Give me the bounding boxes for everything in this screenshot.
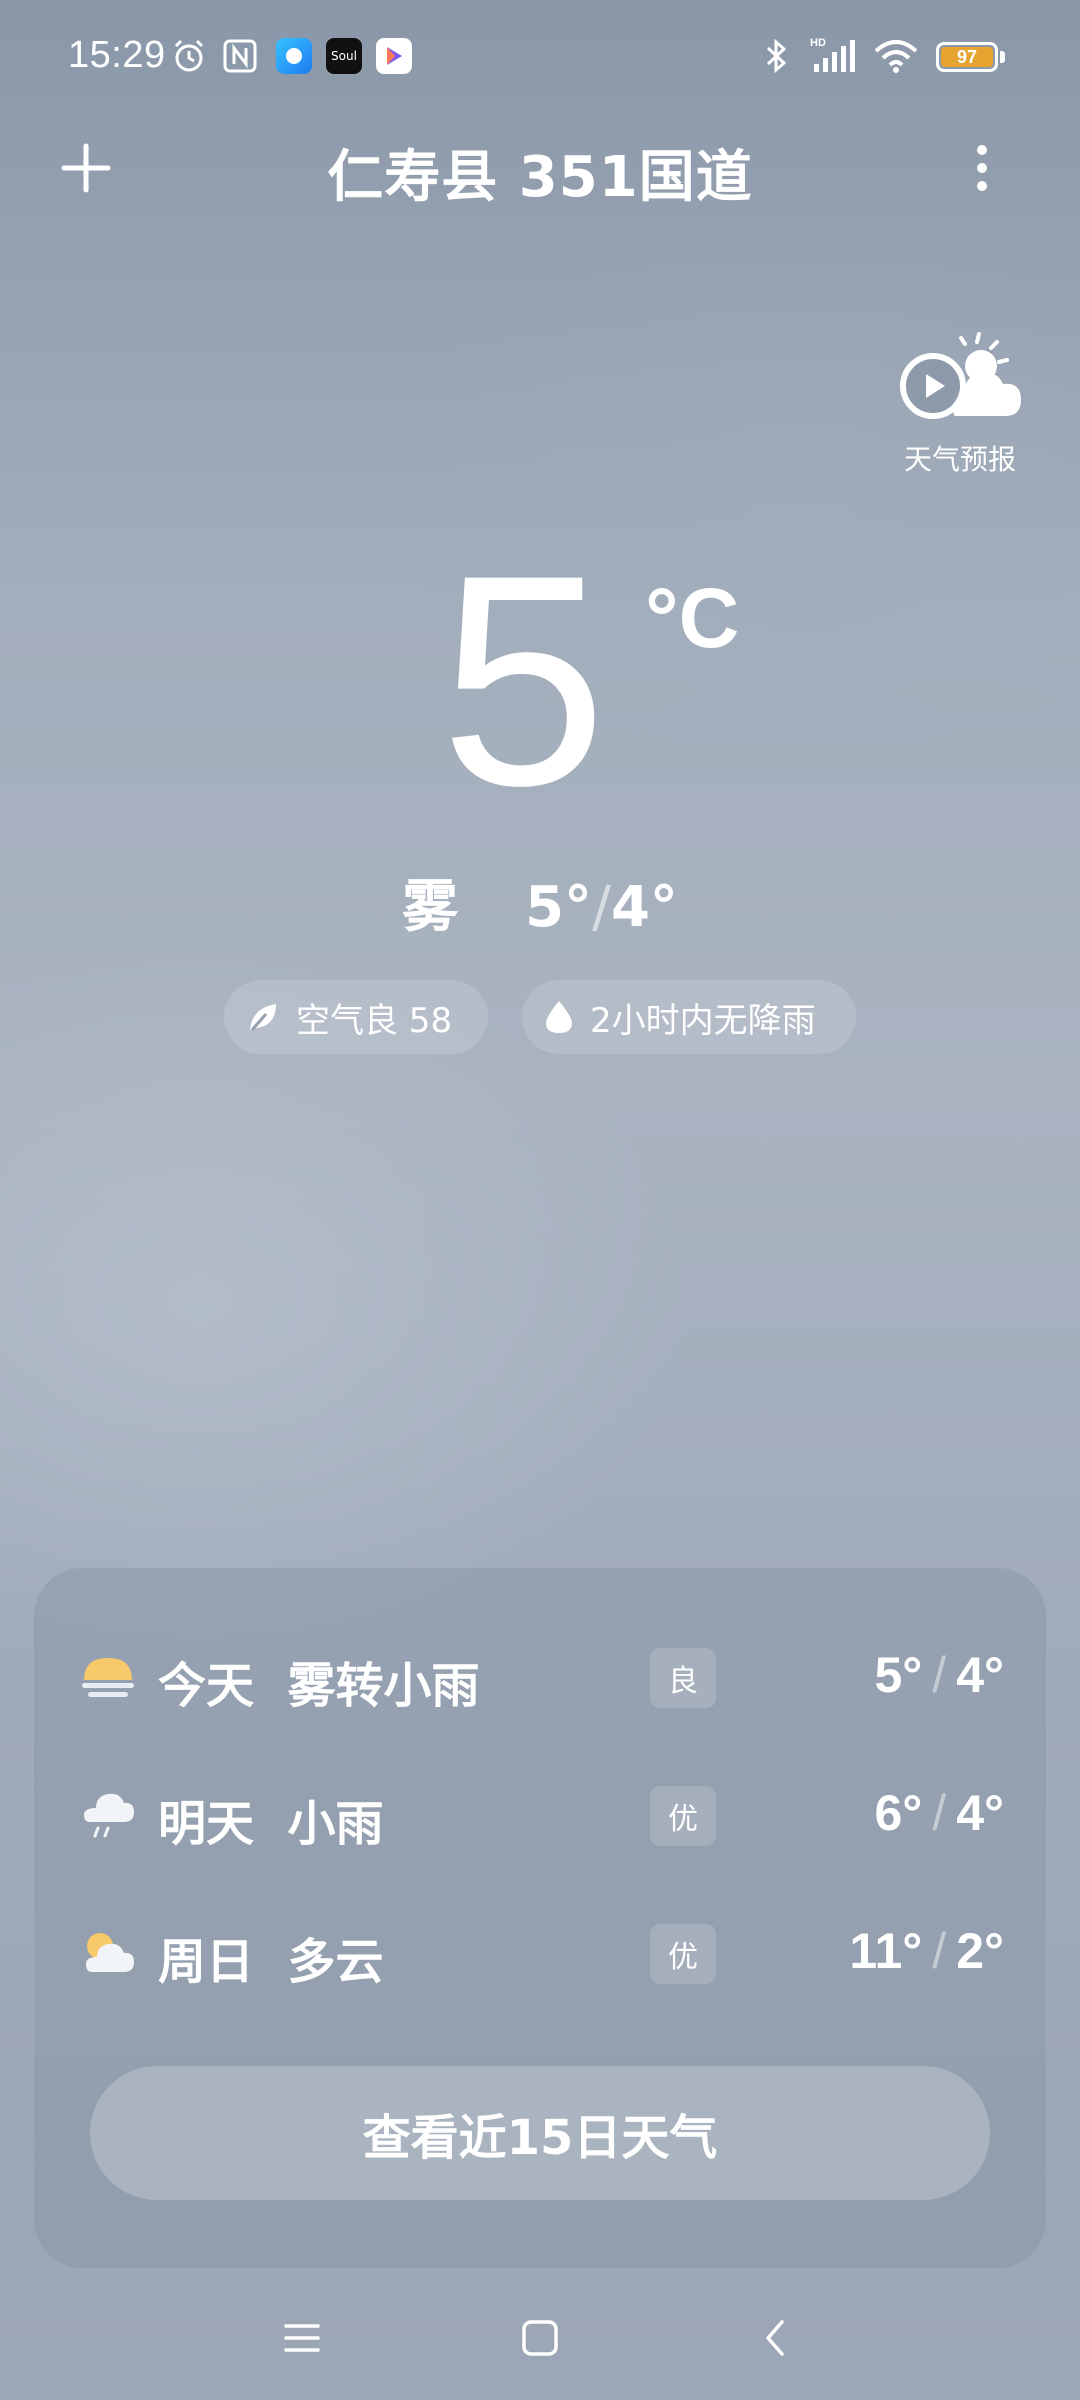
forecast-high: 11°: [849, 1923, 923, 1979]
current-condition: 雾: [402, 875, 459, 940]
weather-forecast-video-button[interactable]: 天气预报: [880, 330, 1040, 476]
app-blue-icon: [276, 36, 312, 76]
more-options-button[interactable]: [964, 136, 1000, 200]
nav-home-button[interactable]: [510, 2308, 570, 2368]
current-temperature: 5: [440, 512, 607, 848]
forecast-high: 6°: [874, 1785, 923, 1841]
play-forecast-icon: [900, 332, 1021, 419]
forecast-condition: 小雨: [287, 1796, 384, 1852]
air-quality-pill[interactable]: 空气良 58: [224, 980, 488, 1054]
forecast-low: 4°: [956, 1785, 1004, 1841]
temp-separator: /: [932, 1785, 947, 1841]
home-square-icon: [522, 2320, 558, 2356]
bluetooth-icon: [762, 36, 792, 76]
weather-forecast-label: 天气预报: [903, 443, 1016, 476]
fog-icon: [80, 1650, 136, 1706]
nav-back-button[interactable]: [746, 2308, 806, 2368]
battery-tip: [1000, 51, 1005, 63]
forecast-day-label: 明天: [158, 1796, 255, 1852]
aqi-badge: 优: [650, 1786, 716, 1846]
forecast-row-tomorrow[interactable]: 明天 小雨 优 6°/4°: [80, 1776, 1004, 1856]
battery-icon: 97: [936, 42, 998, 72]
nfc-icon: [222, 36, 258, 76]
today-low: 4°: [610, 875, 678, 940]
forecast-condition: 多云: [287, 1934, 384, 1990]
menu-icon: [284, 2324, 320, 2352]
temp-separator: /: [932, 1647, 947, 1703]
temperature-unit: °C: [645, 571, 740, 665]
aqi-badge: 优: [650, 1924, 716, 1984]
partly-cloudy-icon: [80, 1926, 136, 1982]
current-condition-line: 雾 5°/4°: [0, 862, 1080, 943]
hd-label: HD: [810, 37, 826, 49]
soul-app-icon: Soul: [326, 36, 362, 76]
view-15-day-forecast-button[interactable]: 查看近15日天气: [90, 2066, 990, 2200]
forecast-row-sunday[interactable]: 周日 多云 优 11°/2°: [80, 1914, 1004, 1994]
water-drop-icon: [546, 1001, 572, 1033]
add-city-button[interactable]: [54, 136, 118, 200]
forecast-low: 2°: [956, 1923, 1004, 1979]
today-high: 5°: [525, 875, 593, 940]
high-low-separator: /: [592, 875, 611, 940]
rain-forecast-text: 2小时内无降雨: [590, 1000, 816, 1041]
nav-menu-button[interactable]: [272, 2308, 332, 2368]
forecast-row-today[interactable]: 今天 雾转小雨 良 5°/4°: [80, 1638, 1004, 1718]
temp-separator: /: [932, 1923, 947, 1979]
status-time: 15:29: [68, 34, 166, 76]
forecast-high: 5°: [874, 1647, 923, 1703]
leaf-icon: [250, 1004, 276, 1031]
forecast-day-label: 今天: [158, 1658, 255, 1714]
forecast-condition: 雾转小雨: [287, 1658, 480, 1714]
alarm-icon: [170, 36, 208, 76]
battery-level: 97: [941, 47, 993, 67]
play-store-icon: [376, 36, 412, 76]
more-vertical-icon: [977, 145, 987, 191]
back-chevron-icon: [766, 2320, 784, 2356]
plus-icon: [61, 143, 111, 193]
soul-label: Soul: [326, 38, 362, 74]
signal-icon: HD: [810, 36, 864, 76]
forecast-low: 4°: [956, 1647, 1004, 1703]
wifi-icon: [872, 36, 920, 76]
status-bar: 15:29 Soul HD 97: [0, 0, 1080, 120]
rain-forecast-pill[interactable]: 2小时内无降雨: [522, 980, 856, 1054]
forecast-day-label: 周日: [158, 1934, 255, 1990]
light-rain-icon: [80, 1788, 136, 1844]
location-title[interactable]: 仁寿县 351国道: [200, 132, 880, 213]
aqi-badge: 良: [650, 1648, 716, 1708]
air-quality-text: 空气良 58: [296, 1000, 453, 1041]
